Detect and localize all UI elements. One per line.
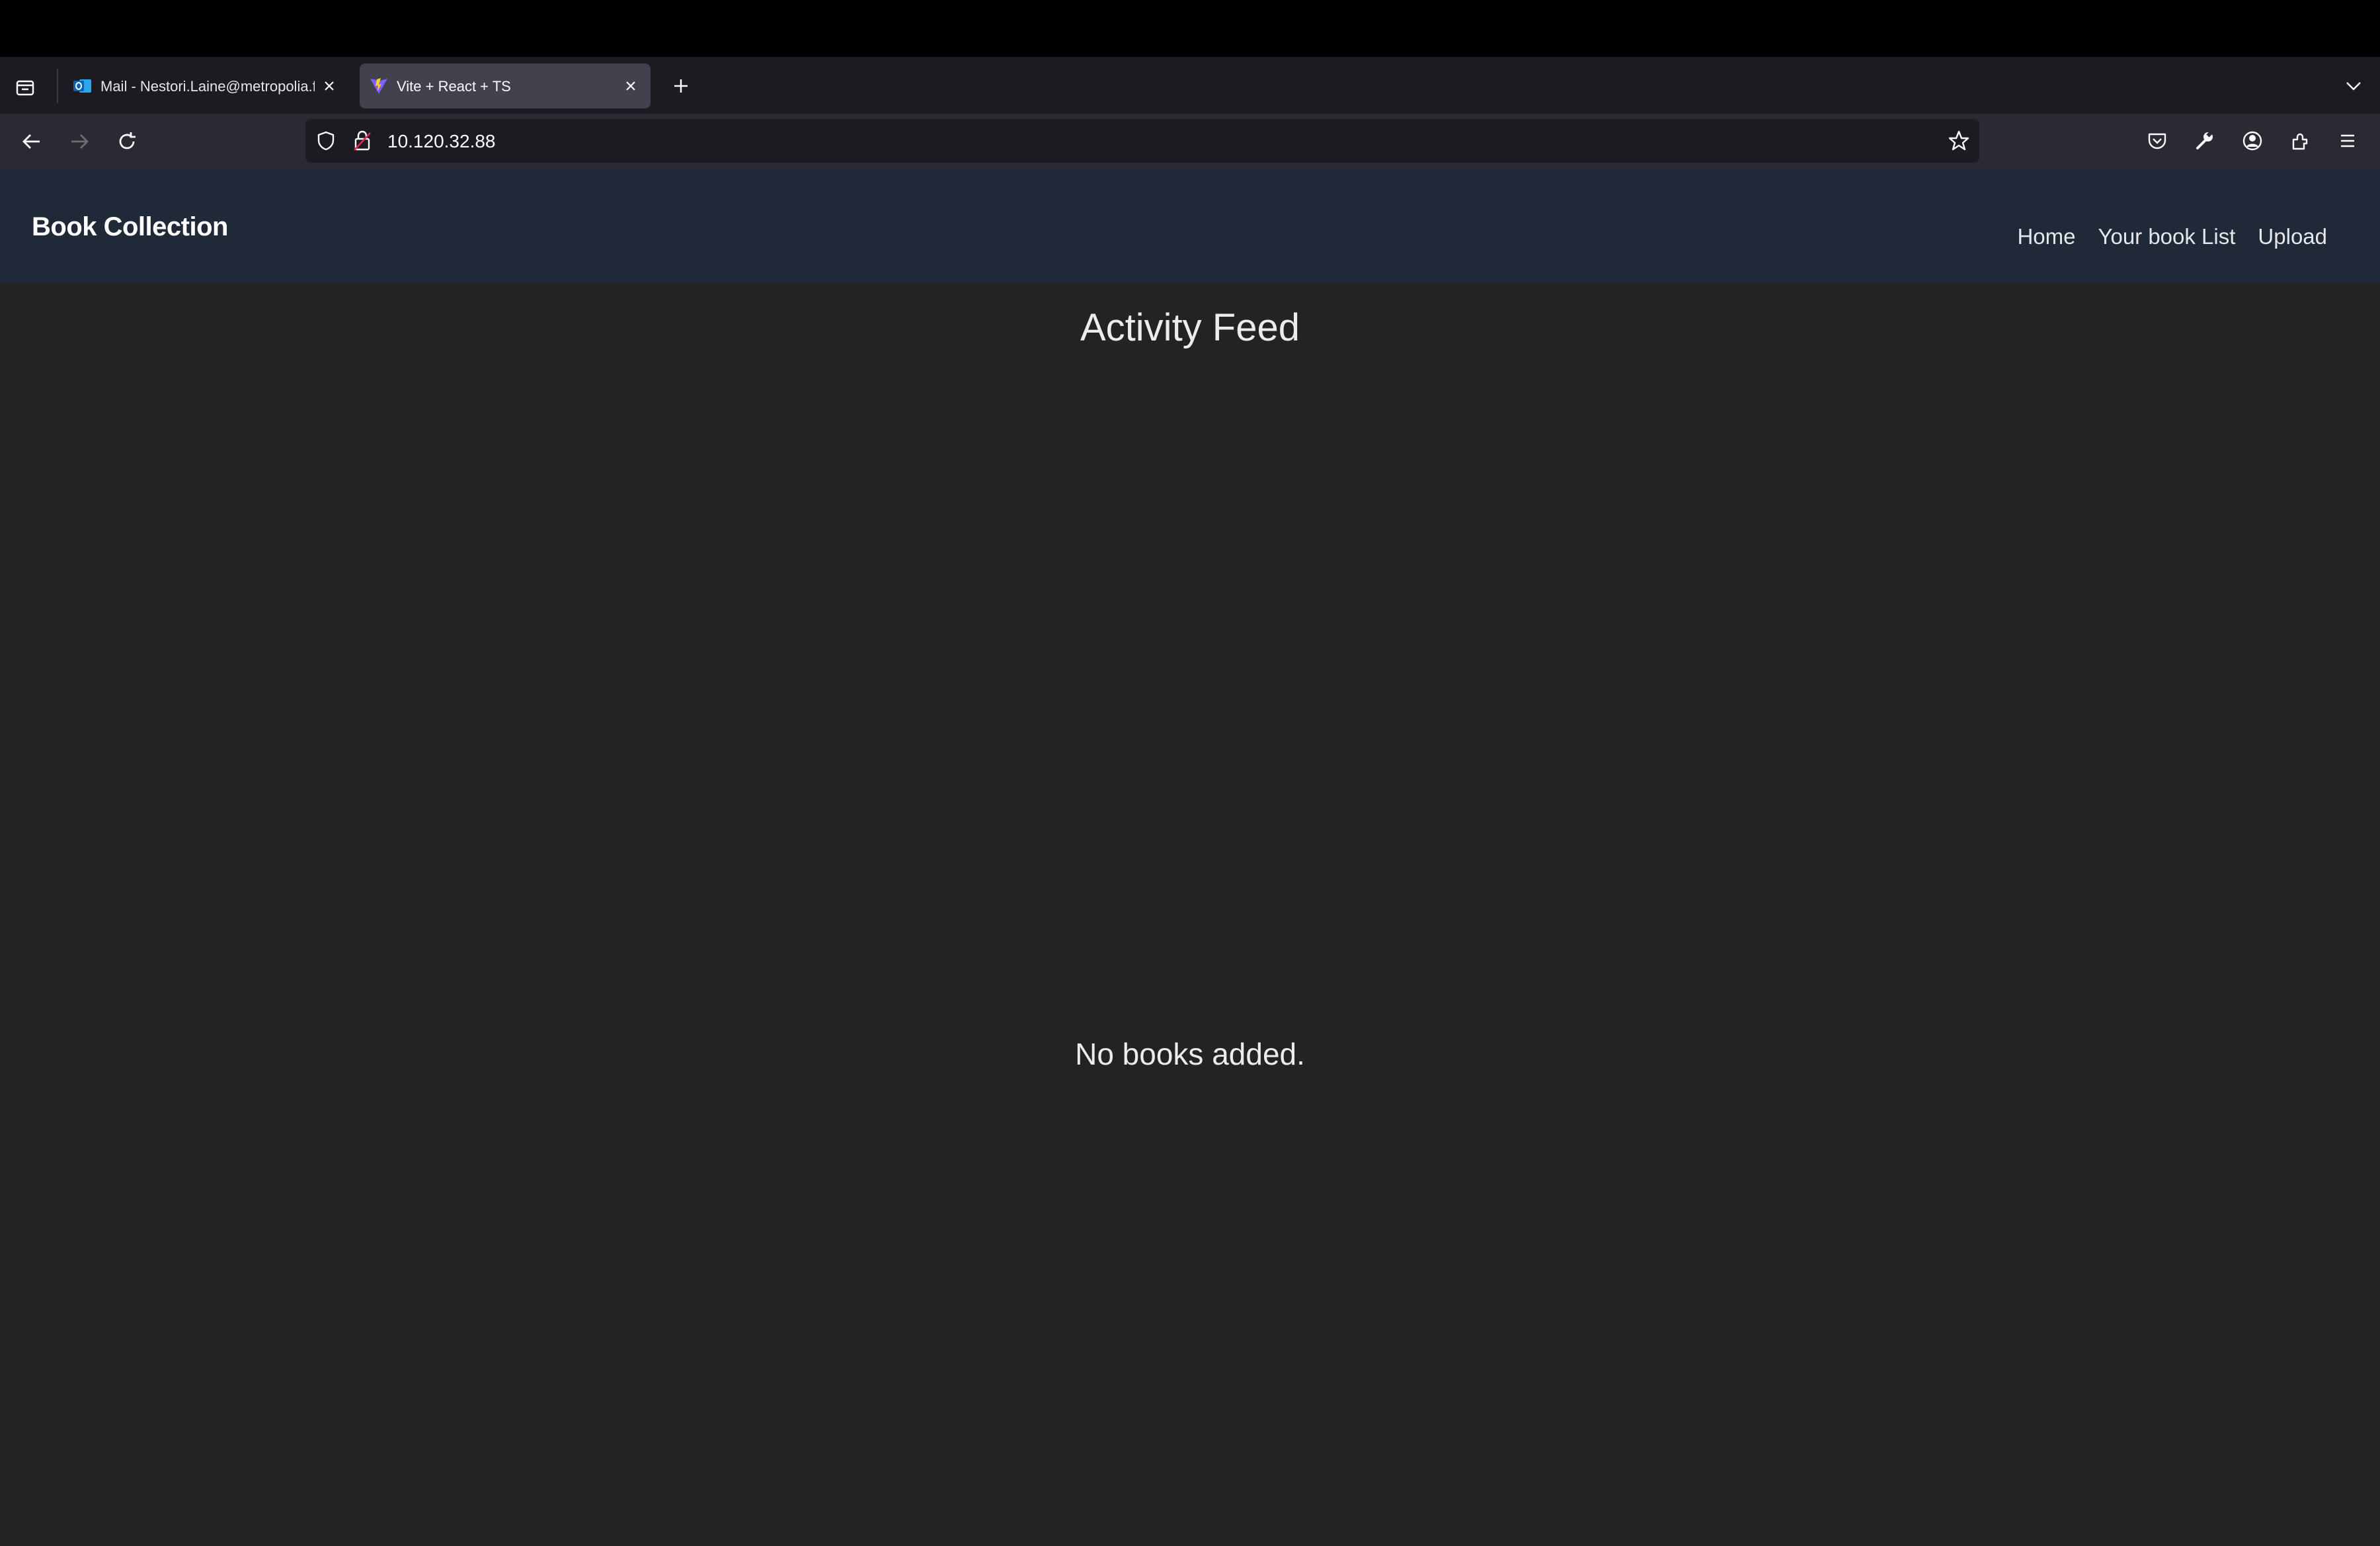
- tab-strip: Mail - Nestori.Laine@metropolia.fi Vite …: [0, 57, 2380, 114]
- nav-link-upload[interactable]: Upload: [2258, 224, 2327, 250]
- close-tab-icon[interactable]: [320, 77, 338, 95]
- bookmark-star-icon[interactable]: [1946, 128, 1971, 153]
- chevron-down-icon[interactable]: [2340, 74, 2367, 98]
- close-tab-icon[interactable]: [621, 77, 640, 95]
- navigation-toolbar: 10.120.32.88: [0, 114, 2380, 169]
- app-header: Book Collection Home Your book List Uplo…: [0, 169, 2380, 283]
- empty-state-message: No books added.: [1075, 1037, 1305, 1071]
- url-bar[interactable]: 10.120.32.88: [305, 119, 1979, 163]
- vite-icon: [369, 77, 389, 95]
- nav-link-your-book-list[interactable]: Your book List: [2098, 224, 2235, 250]
- nav-link-home[interactable]: Home: [2017, 224, 2075, 250]
- account-icon[interactable]: [2239, 127, 2266, 155]
- main-nav: Home Your book List Upload: [2017, 224, 2327, 250]
- new-tab-icon[interactable]: [668, 73, 694, 99]
- wrench-icon[interactable]: [2191, 127, 2219, 155]
- shield-icon[interactable]: [315, 130, 337, 152]
- back-icon[interactable]: [17, 127, 46, 156]
- menu-icon[interactable]: [2334, 127, 2361, 155]
- tab-mail[interactable]: Mail - Nestori.Laine@metropolia.fi: [63, 63, 349, 108]
- pocket-icon[interactable]: [2143, 127, 2171, 155]
- outlook-icon: [73, 77, 93, 95]
- window-top-bar: [0, 0, 2380, 57]
- tab-overview-icon[interactable]: [12, 74, 38, 101]
- tab-separator: [57, 69, 58, 103]
- reload-icon[interactable]: [112, 127, 141, 156]
- tab-title: Mail - Nestori.Laine@metropolia.fi: [100, 78, 315, 95]
- url-text: 10.120.32.88: [387, 131, 496, 151]
- lock-icon[interactable]: [352, 129, 373, 153]
- forward-icon[interactable]: [65, 127, 94, 156]
- brand-title[interactable]: Book Collection: [32, 212, 228, 242]
- tab-vite[interactable]: Vite + React + TS: [360, 63, 651, 108]
- extensions-icon[interactable]: [2286, 127, 2314, 155]
- tab-title: Vite + React + TS: [397, 78, 511, 95]
- page-title: Activity Feed: [1080, 306, 1300, 349]
